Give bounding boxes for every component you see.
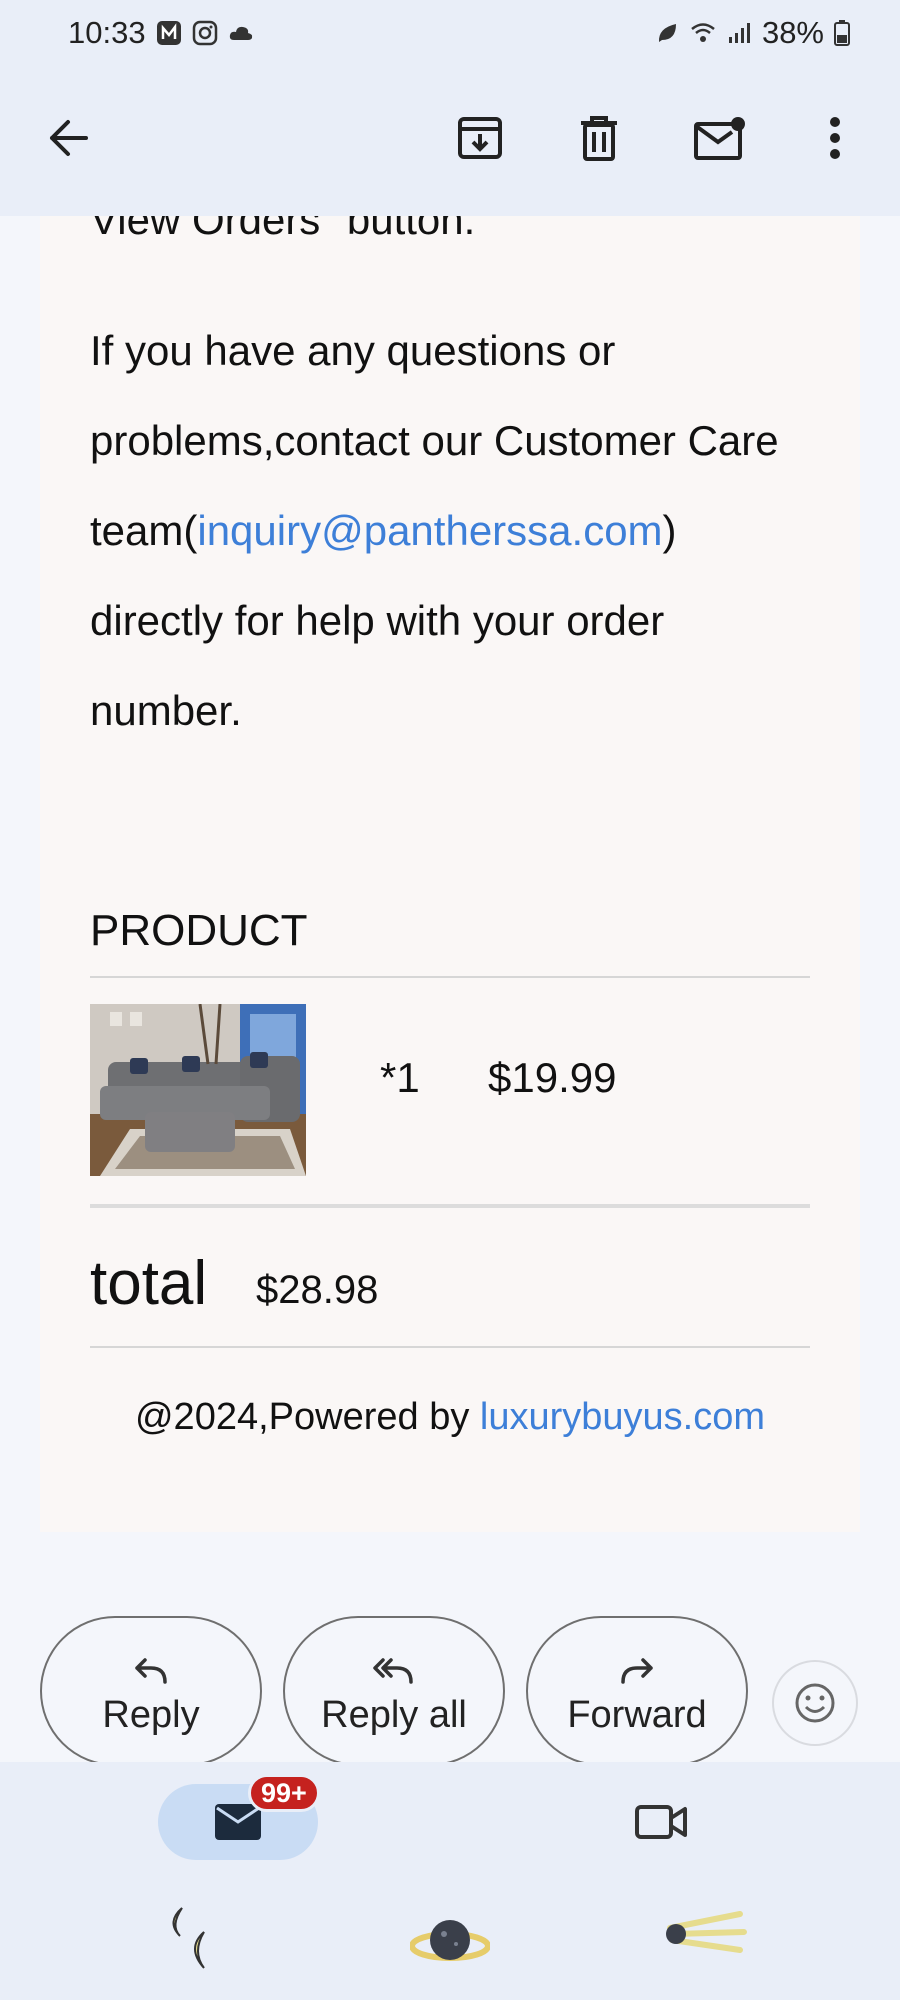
back-arrow-icon: [50, 120, 88, 156]
product-quantity: *1: [380, 1054, 420, 1101]
bottom-nav: 99+: [0, 1762, 900, 2000]
comet-icon: [666, 1911, 747, 1953]
total-value: $28.98: [256, 1268, 379, 1312]
reply-all-icon: [373, 1658, 413, 1684]
battery-percent: 38%: [761, 15, 824, 50]
support-email-link[interactable]: inquiry@pantherssa.com: [197, 507, 662, 554]
divider: [90, 976, 810, 978]
delete-button[interactable]: [567, 106, 631, 170]
battery-icon: [834, 20, 850, 46]
moon-icon: [172, 1907, 205, 1969]
wifi-icon: [691, 23, 715, 42]
divider: [90, 1204, 810, 1208]
trash-icon: [581, 116, 617, 161]
leaf-icon: [658, 24, 676, 42]
signal-icon: [728, 23, 750, 43]
video-camera-icon: [635, 1805, 687, 1839]
app-bar: [0, 66, 900, 216]
status-time: 10:33: [68, 15, 146, 50]
reply-all-button[interactable]: Reply all: [283, 1616, 505, 1766]
product-price: $19.99: [488, 1054, 617, 1101]
footer-link[interactable]: luxurybuyus.com: [480, 1396, 765, 1438]
cut-off-text: View Orders" button.: [90, 216, 476, 243]
instagram-icon: [192, 20, 217, 46]
sectional-sofa-photo: [90, 1004, 306, 1176]
reply-label: Reply: [102, 1694, 200, 1736]
footer-prefix: @2024,Powered by: [134, 1396, 480, 1438]
reply-icon: [135, 1658, 167, 1684]
nova-app-icon: [156, 21, 181, 45]
footer: @2024,Powered by luxurybuyus.com: [40, 1396, 860, 1439]
meet-tab[interactable]: [626, 1792, 696, 1852]
reply-button[interactable]: Reply: [40, 1616, 262, 1766]
email-body: View Orders" button. If you have any que…: [40, 216, 860, 1532]
forward-label: Forward: [567, 1694, 707, 1736]
divider: [90, 1346, 810, 1348]
product-heading: PRODUCT: [90, 906, 308, 955]
reply-all-label: Reply all: [321, 1694, 467, 1736]
forward-button[interactable]: Forward: [526, 1616, 748, 1766]
mark-unread-button[interactable]: [688, 106, 752, 170]
archive-button[interactable]: [448, 106, 512, 170]
unread-count-badge: 99+: [248, 1774, 320, 1812]
status-bar: 10:33 38%: [0, 0, 900, 66]
emoji-react-icon: [795, 1683, 835, 1723]
mark-unread-icon: [694, 117, 745, 160]
forward-icon: [621, 1658, 653, 1684]
planet-icon: [410, 1920, 490, 1961]
more-options-button[interactable]: [803, 106, 867, 170]
emoji-react-button[interactable]: [772, 1660, 858, 1746]
archive-icon: [458, 117, 502, 159]
back-button[interactable]: [36, 106, 100, 170]
cloud-icon: [229, 26, 252, 40]
total-label: total: [90, 1249, 208, 1318]
help-paragraph: If you have any questions or problems,co…: [90, 306, 810, 756]
more-vert-icon: [830, 117, 840, 159]
